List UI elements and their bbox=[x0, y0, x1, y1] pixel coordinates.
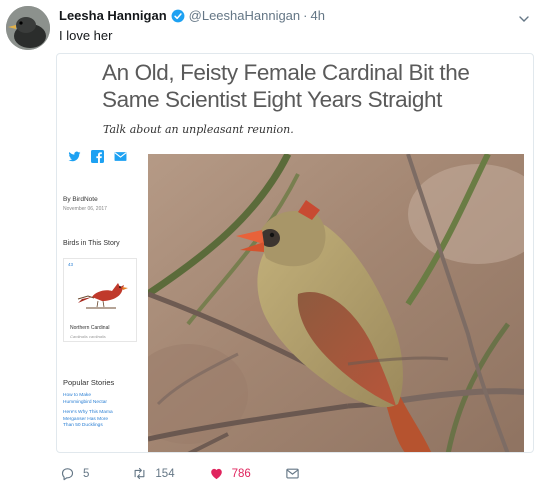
bird-name: Northern Cardinal bbox=[70, 325, 110, 331]
article-date: November 06, 2017 bbox=[63, 206, 107, 212]
popular-stories-list: How to Make Hummingbird Nectar Here's Wh… bbox=[63, 393, 143, 434]
tweet-text: I love her bbox=[59, 28, 113, 43]
tweet-timestamp[interactable]: 4h bbox=[311, 8, 325, 23]
display-name[interactable]: Leesha Hannigan bbox=[59, 8, 167, 23]
popular-stories-heading: Popular Stories bbox=[63, 378, 115, 387]
bird-card: 43 Northern Cardinal Cardinalis cardinal… bbox=[63, 258, 137, 342]
like-button[interactable]: 786 bbox=[209, 466, 251, 481]
share-row bbox=[68, 150, 127, 163]
direct-message-icon bbox=[285, 466, 300, 481]
birds-in-story-heading: Birds in This Story bbox=[63, 240, 120, 247]
tweet-header: Leesha Hannigan @LeeshaHannigan · 4h bbox=[59, 8, 325, 23]
embedded-article-image[interactable]: An Old, Feisty Female Cardinal Bit the S… bbox=[56, 53, 534, 453]
tweet-actions: 5 154 786 bbox=[60, 466, 300, 481]
reply-button[interactable]: 5 bbox=[60, 466, 89, 481]
retweet-count: 154 bbox=[155, 467, 175, 480]
avatar[interactable] bbox=[6, 6, 50, 50]
reply-count: 5 bbox=[83, 467, 90, 480]
like-count: 786 bbox=[231, 467, 251, 480]
popular-story-link: How to Make Hummingbird Nectar bbox=[63, 393, 107, 405]
separator-dot: · bbox=[303, 8, 308, 23]
facebook-share-icon bbox=[91, 150, 104, 163]
retweet-icon bbox=[132, 466, 147, 481]
cardinal-photo bbox=[148, 154, 524, 452]
article-byline: By BirdNote bbox=[63, 196, 98, 203]
direct-message-button[interactable] bbox=[285, 466, 300, 481]
popular-story-link: Here's Why This Mama Merganser Has More … bbox=[63, 410, 113, 428]
reply-icon bbox=[60, 466, 75, 481]
verified-icon bbox=[171, 9, 185, 23]
bird-scientific-name: Cardinalis cardinalis bbox=[70, 334, 106, 339]
retweet-button[interactable]: 154 bbox=[132, 466, 175, 481]
user-handle[interactable]: @LeeshaHannigan bbox=[189, 8, 301, 23]
email-share-icon bbox=[114, 150, 127, 163]
article-deck: Talk about an unpleasant reunion. bbox=[103, 123, 294, 136]
twitter-share-icon bbox=[68, 150, 81, 163]
cardinal-illustration bbox=[77, 283, 128, 309]
chevron-down-icon[interactable] bbox=[518, 12, 530, 24]
article-headline: An Old, Feisty Female Cardinal Bit the S… bbox=[102, 60, 470, 112]
bird-number: 43 bbox=[68, 262, 74, 267]
avatar-image bbox=[6, 6, 50, 50]
like-icon bbox=[209, 466, 224, 481]
